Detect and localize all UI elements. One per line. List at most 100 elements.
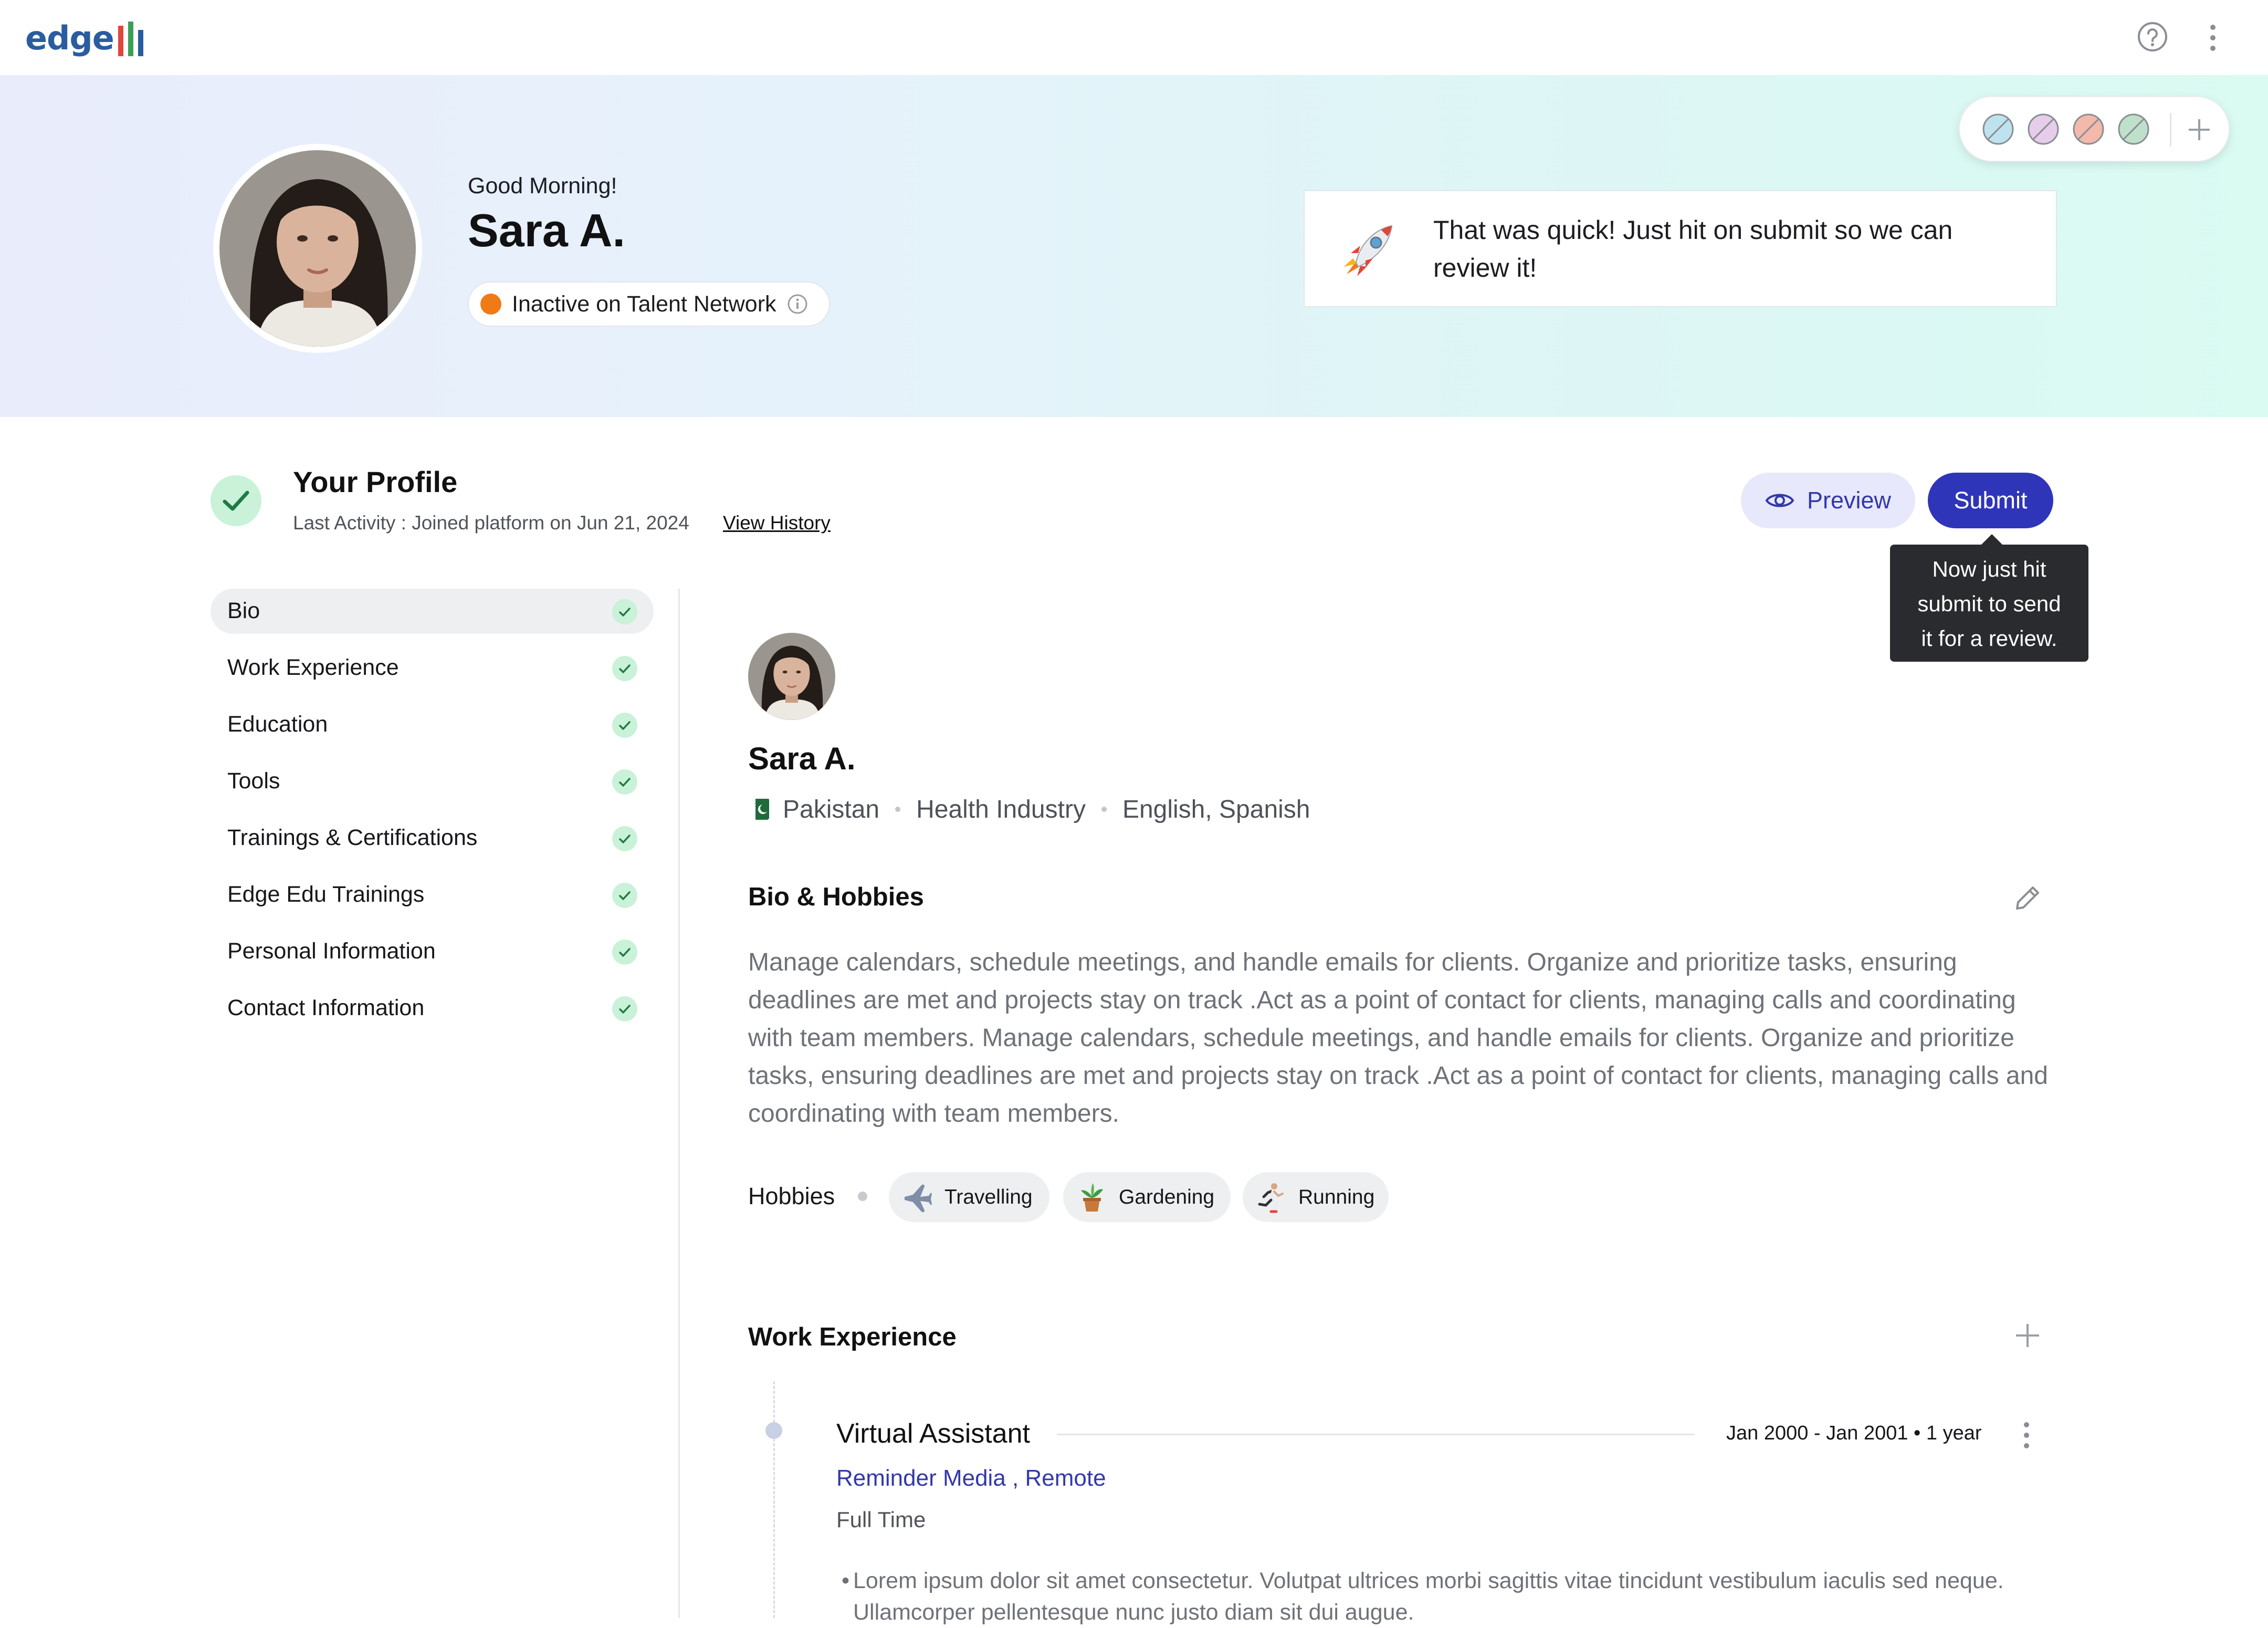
help-circle-icon[interactable] (2137, 21, 2168, 53)
job-dates: Jan 2000 - Jan 2001 • 1 year (1726, 1422, 1982, 1444)
preview-button[interactable]: Preview (1741, 473, 1915, 528)
bio-section-title: Bio & Hobbies (748, 883, 924, 911)
logo-bars (118, 19, 143, 56)
sidebar-item-edge-edu-trainings[interactable]: Edge Edu Trainings (211, 872, 654, 917)
avatar-portrait-image (219, 150, 416, 347)
eye-icon (1765, 494, 1794, 507)
kebab-menu-icon[interactable] (2205, 23, 2221, 53)
profile-complete-icon (211, 475, 261, 526)
logo-bar-red (118, 26, 123, 56)
sidebar-divider (678, 589, 680, 1618)
edge-logo[interactable]: edge (25, 12, 143, 64)
rocket-icon (1343, 225, 1393, 276)
job-company-location: Reminder Media , Remote (836, 1465, 1106, 1491)
work-experience-section-title: Work Experience (748, 1323, 957, 1351)
submit-reminder-toast: That was quick! Just hit on submit so we… (1304, 190, 2057, 307)
profile-avatar-small (748, 633, 835, 720)
profile-title: Your Profile (293, 465, 458, 498)
sidebar-item-label: Tools (227, 768, 280, 794)
top-bar: edge (0, 0, 2268, 75)
sidebar-item-contact-information[interactable]: Contact Information (211, 986, 654, 1031)
info-icon[interactable] (787, 294, 808, 315)
pencil-edit-icon[interactable] (2011, 882, 2043, 915)
check-icon (612, 769, 637, 795)
languages-text: English, Spanish (1122, 795, 1310, 823)
hobby-chip: Travelling (889, 1172, 1049, 1222)
avatar-portrait-image (748, 633, 835, 720)
last-activity-text: Last Activity : Joined platform on Jun 2… (293, 512, 689, 534)
sidebar-item-bio[interactable]: Bio (211, 589, 654, 634)
greeting-text: Good Morning! (468, 173, 617, 199)
hobbies-label: Hobbies (748, 1183, 835, 1209)
job-title-rule (1057, 1434, 1695, 1435)
logo-bar-blue (138, 30, 143, 56)
hobby-label: Travelling (944, 1185, 1033, 1208)
status-label: Inactive on Talent Network (512, 291, 776, 317)
add-work-experience-icon[interactable] (2013, 1321, 2042, 1350)
timeline-dot (765, 1422, 782, 1439)
sidebar-item-label: Work Experience (227, 655, 399, 680)
profile-name: Sara A. (748, 741, 856, 776)
talent-network-status-badge[interactable]: Inactive on Talent Network (468, 281, 830, 327)
profile-meta-row: Pakistan Health Industry English, Spanis… (748, 792, 1310, 827)
sidebar-item-personal-information[interactable]: Personal Information (211, 929, 654, 974)
view-history-link[interactable]: View History (723, 512, 831, 534)
swatch-blue[interactable] (1982, 113, 2014, 145)
swatch-divider (2170, 113, 2171, 147)
swatch-peach[interactable] (2072, 113, 2105, 145)
check-icon (612, 599, 637, 624)
sidebar-item-work-experience[interactable]: Work Experience (211, 645, 654, 691)
swatch-green[interactable] (2117, 113, 2150, 145)
sidebar-item-label: Contact Information (227, 995, 425, 1020)
check-icon (612, 656, 637, 681)
job-kebab-menu-icon[interactable] (2019, 1421, 2034, 1450)
sidebar-item-trainings-certifications[interactable]: Trainings & Certifications (211, 816, 654, 861)
tooltip-line: it for a review. (1921, 626, 2057, 651)
hobbies-separator (858, 1192, 867, 1201)
industry-text: Health Industry (916, 795, 1086, 823)
submit-tooltip: Now just hit submit to send it for a rev… (1890, 545, 2088, 662)
hobby-chip: Gardening (1063, 1172, 1231, 1222)
check-icon (612, 940, 637, 965)
logo-text: edge (25, 18, 114, 57)
submit-button[interactable]: Submit (1928, 473, 2053, 528)
job-description-bullet: • Lorem ipsum dolor sit amet consectetur… (842, 1565, 2029, 1628)
check-icon (612, 883, 637, 908)
job-type: Full Time (836, 1507, 926, 1532)
toast-message: That was quick! Just hit on submit so we… (1433, 215, 1953, 283)
check-icon (612, 713, 637, 738)
meta-separator (1101, 807, 1107, 812)
sidebar-item-label: Personal Information (227, 938, 436, 964)
sidebar-item-label: Bio (227, 598, 260, 623)
status-dot (480, 294, 501, 315)
preview-label: Preview (1807, 487, 1892, 514)
theme-swatch-picker (1959, 96, 2230, 162)
hero-user-name: Sara A. (468, 204, 626, 256)
runner-icon (1258, 1183, 1284, 1213)
bullet-mark: • (842, 1568, 850, 1593)
add-swatch-icon[interactable] (2186, 116, 2213, 143)
check-icon (612, 996, 637, 1021)
tooltip-line: Now just hit (1932, 557, 2046, 581)
job-title: Virtual Assistant (836, 1418, 1031, 1449)
sidebar-item-label: Edge Edu Trainings (227, 882, 425, 907)
hobby-chip: Running (1243, 1172, 1389, 1222)
check-icon (612, 826, 637, 851)
job-location[interactable]: Remote (1025, 1465, 1106, 1491)
sidebar-item-tools[interactable]: Tools (211, 759, 654, 804)
profile-avatar-large[interactable] (213, 144, 422, 353)
hobby-label: Running (1298, 1185, 1375, 1208)
potted-plant-icon (1081, 1183, 1103, 1212)
meta-separator (895, 807, 901, 812)
bio-text: Manage calendars, schedule meetings, and… (748, 948, 2048, 1128)
country-text: Pakistan (783, 795, 880, 823)
logo-bar-green (128, 22, 133, 56)
tooltip-line: submit to send (1917, 591, 2061, 616)
sidebar-item-education[interactable]: Education (211, 702, 654, 747)
job-bullet-text: Lorem ipsum dolor sit amet consectetur. … (853, 1568, 2004, 1625)
swatch-lilac[interactable] (2027, 113, 2060, 145)
airplane-icon (905, 1184, 932, 1212)
hobby-label: Gardening (1119, 1185, 1215, 1208)
sidebar-item-label: Trainings & Certifications (227, 825, 478, 850)
job-company[interactable]: Reminder Media (836, 1465, 1006, 1491)
